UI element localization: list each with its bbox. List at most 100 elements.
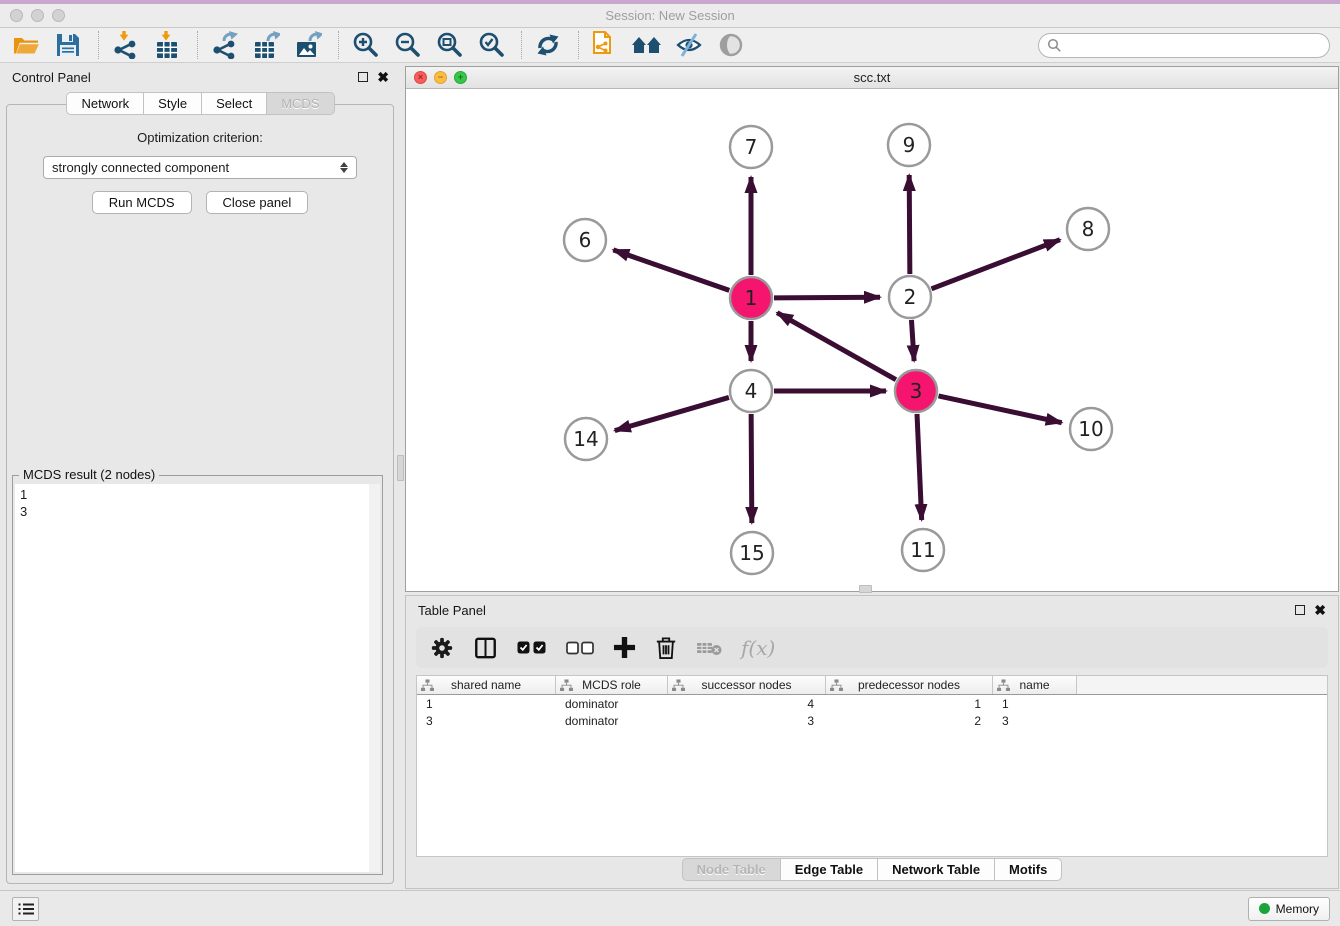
- search-input[interactable]: [1068, 38, 1321, 53]
- tab-style[interactable]: Style: [144, 92, 202, 115]
- table-row[interactable]: 1dominator411: [417, 695, 1327, 712]
- run-mcds-button[interactable]: Run MCDS: [92, 191, 192, 214]
- zoom-in-icon[interactable]: [349, 30, 381, 60]
- export-network-icon[interactable]: [208, 30, 240, 60]
- tab-edge-table[interactable]: Edge Table: [781, 858, 878, 881]
- tab-motifs[interactable]: Motifs: [995, 858, 1062, 881]
- export-image-icon[interactable]: [292, 30, 324, 60]
- table-cell[interactable]: 3: [993, 714, 1077, 728]
- table-cell[interactable]: 3: [417, 714, 556, 728]
- mcds-result-text[interactable]: 1 3: [15, 484, 380, 872]
- table-cell[interactable]: 3: [668, 714, 826, 728]
- table-cell[interactable]: dominator: [556, 697, 668, 711]
- toolbar-separator: [338, 31, 339, 59]
- network-canvas[interactable]: 1234678910111415: [406, 89, 1338, 591]
- table-cell[interactable]: 1: [826, 697, 993, 711]
- column-type-icon: [997, 679, 1010, 692]
- import-network-icon[interactable]: [109, 30, 141, 60]
- graph-edge-2-3[interactable]: [911, 320, 914, 361]
- tab-select[interactable]: Select: [202, 92, 267, 115]
- table-cell[interactable]: 2: [826, 714, 993, 728]
- table-toolbar: f(x): [416, 627, 1328, 668]
- graph-edge-1-6[interactable]: [613, 250, 729, 291]
- tab-network-table[interactable]: Network Table: [878, 858, 995, 881]
- toolbar-separator: [521, 31, 522, 59]
- close-table-panel-icon[interactable]: ✖: [1314, 603, 1326, 617]
- hide-selected-icon[interactable]: [673, 30, 705, 60]
- graph-edge-2-8[interactable]: [931, 240, 1059, 289]
- float-panel-icon[interactable]: [358, 72, 368, 82]
- delete-table-icon[interactable]: [696, 640, 722, 656]
- control-panel-tabs: NetworkStyleSelectMCDS: [0, 92, 401, 115]
- graph-edge-3-11[interactable]: [917, 414, 922, 520]
- create-column-plus-icon[interactable]: [613, 636, 636, 659]
- close-panel-button[interactable]: Close panel: [206, 191, 309, 214]
- table-panel-title: Table Panel: [418, 603, 486, 618]
- import-table-icon[interactable]: [151, 30, 183, 60]
- column-header-successor-nodes[interactable]: successor nodes: [668, 676, 826, 694]
- table-panel: Table Panel ✖ f(x) shared nameMCDS rol: [405, 595, 1339, 889]
- graph-edge-1-2[interactable]: [774, 297, 880, 298]
- table-cell[interactable]: 4: [668, 697, 826, 711]
- table-cell[interactable]: 1: [993, 697, 1077, 711]
- tab-node-table[interactable]: Node Table: [682, 858, 781, 881]
- column-header-MCDS-role[interactable]: MCDS role: [556, 676, 668, 694]
- table-cell[interactable]: dominator: [556, 714, 668, 728]
- graph-node-label: 9: [903, 133, 916, 157]
- export-table-icon[interactable]: [250, 30, 282, 60]
- column-header-name[interactable]: name: [993, 676, 1077, 694]
- vertical-splitter-handle[interactable]: [397, 455, 404, 481]
- tab-network[interactable]: Network: [66, 92, 144, 115]
- toolbar-separator: [98, 31, 99, 59]
- graph-edge-4-14[interactable]: [615, 397, 729, 430]
- result-scrollbar[interactable]: [369, 484, 380, 872]
- close-panel-icon[interactable]: ✖: [377, 70, 389, 84]
- search-box[interactable]: [1038, 33, 1330, 58]
- show-columns-icon[interactable]: [473, 636, 498, 660]
- status-bar: Memory: [0, 890, 1340, 926]
- function-builder-icon[interactable]: f(x): [741, 636, 775, 660]
- float-table-panel-icon[interactable]: [1295, 605, 1305, 615]
- show-all-icon[interactable]: [715, 30, 747, 60]
- table-cell[interactable]: 1: [417, 697, 556, 711]
- network-window-title: scc.txt: [406, 70, 1338, 85]
- node-table-body: 1dominator4113dominator323: [417, 695, 1327, 729]
- criterion-select[interactable]: strongly connected component: [43, 156, 357, 179]
- horizontal-splitter-handle[interactable]: [859, 585, 872, 593]
- houses-icon[interactable]: [631, 30, 663, 60]
- column-header-predecessor-nodes[interactable]: predecessor nodes: [826, 676, 993, 694]
- list-icon: [18, 902, 34, 916]
- graph-edge-3-1[interactable]: [777, 313, 896, 380]
- memory-label: Memory: [1276, 902, 1319, 916]
- table-row[interactable]: 3dominator323: [417, 712, 1327, 729]
- node-table[interactable]: shared nameMCDS rolesuccessor nodesprede…: [416, 675, 1328, 857]
- main-toolbar: [0, 28, 1340, 63]
- memory-button[interactable]: Memory: [1248, 897, 1330, 921]
- deselect-all-columns-icon[interactable]: [566, 641, 594, 655]
- save-session-icon[interactable]: [52, 30, 84, 60]
- task-history-button[interactable]: [12, 897, 39, 921]
- zoom-selected-icon[interactable]: [475, 30, 507, 60]
- app-title: Session: New Session: [0, 8, 1340, 23]
- refresh-icon[interactable]: [532, 30, 564, 60]
- graph-edge-4-15[interactable]: [751, 414, 752, 523]
- control-panel-header: Control Panel ✖: [0, 63, 401, 91]
- open-session-icon[interactable]: [10, 30, 42, 60]
- delete-column-trash-icon[interactable]: [655, 636, 677, 660]
- table-settings-gear-icon[interactable]: [430, 636, 454, 660]
- graph-edge-3-10[interactable]: [938, 396, 1061, 423]
- graph-node-label: 15: [739, 541, 764, 565]
- zoom-fit-icon[interactable]: [433, 30, 465, 60]
- graph-edge-2-9[interactable]: [909, 175, 910, 274]
- duplicate-network-icon[interactable]: [589, 30, 621, 60]
- zoom-out-icon[interactable]: [391, 30, 423, 60]
- graph-node-label: 4: [745, 379, 758, 403]
- select-all-columns-icon[interactable]: [517, 640, 547, 655]
- column-header-shared-name[interactable]: shared name: [417, 676, 556, 694]
- network-window-titlebar[interactable]: × − + scc.txt: [406, 67, 1338, 89]
- mcds-panel: Optimization criterion: strongly connect…: [6, 104, 394, 884]
- graph-node-label: 8: [1082, 217, 1095, 241]
- criterion-value: strongly connected component: [52, 160, 229, 175]
- control-panel: Control Panel ✖ NetworkStyleSelectMCDS O…: [0, 63, 401, 890]
- tab-mcds[interactable]: MCDS: [267, 92, 334, 115]
